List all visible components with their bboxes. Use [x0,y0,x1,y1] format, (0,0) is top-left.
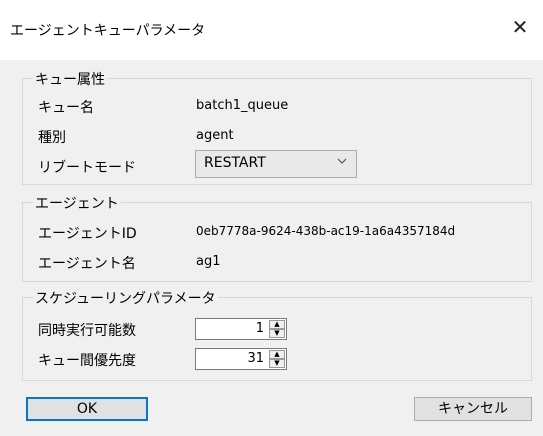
agent-group-title: エージェント [33,193,121,213]
triangle-up-icon[interactable]: ▲ [269,320,285,329]
type-label: 種別 [38,130,66,146]
scheduling-group-title: スケジューリングパラメータ [33,288,218,308]
type-value: agent [196,128,234,143]
concurrency-spin-buttons: ▲ ▼ [269,320,285,338]
concurrency-value[interactable]: 1 [256,321,264,336]
ok-button[interactable]: OK [26,397,148,421]
title-bar: エージェントキューパラメータ ✕ [0,0,543,60]
chevron-down-icon [336,155,348,170]
queue-name-value: batch1_queue [196,98,289,113]
cancel-button[interactable]: キャンセル [414,397,532,421]
triangle-down-icon[interactable]: ▼ [269,359,285,368]
triangle-down-icon[interactable]: ▼ [269,329,285,338]
agent-id-label: エージェントID [38,226,137,242]
agent-name-value: ag1 [196,254,221,269]
agent-id-value: 0eb7778a-9624-438b-ac19-1a6a4357184d [196,224,456,238]
priority-spinner[interactable]: 31 ▲ ▼ [195,348,287,370]
agent-name-label: エージェント名 [38,256,136,272]
priority-value[interactable]: 31 [247,351,264,366]
triangle-up-icon[interactable]: ▲ [269,350,285,359]
priority-label: キュー間優先度 [38,353,136,369]
priority-spin-buttons: ▲ ▼ [269,350,285,368]
concurrency-label: 同時実行可能数 [38,323,136,339]
window-title: エージェントキューパラメータ [10,23,206,39]
reboot-mode-label: リブートモード [38,160,136,176]
queue-attributes-title: キュー属性 [33,69,107,89]
reboot-mode-select[interactable]: RESTART [195,150,357,178]
queue-name-label: キュー名 [38,100,94,116]
concurrency-spinner[interactable]: 1 ▲ ▼ [195,318,287,340]
close-icon[interactable]: ✕ [507,14,533,40]
reboot-mode-selected: RESTART [204,155,266,171]
